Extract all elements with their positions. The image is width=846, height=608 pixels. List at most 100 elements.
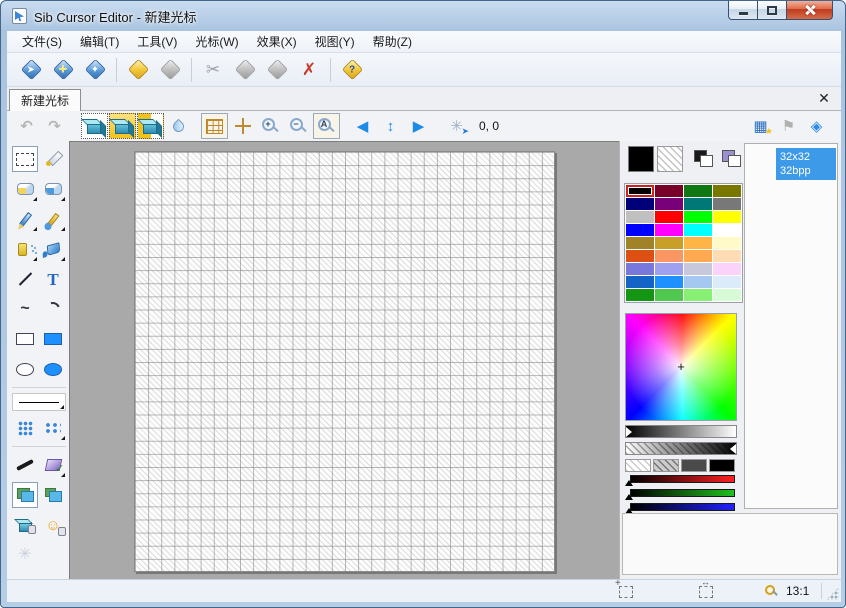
palette-swatch[interactable] — [626, 224, 654, 236]
grid-toggle-button[interactable] — [201, 113, 228, 139]
palette-swatch[interactable] — [655, 224, 683, 236]
pixel-canvas[interactable] — [134, 151, 555, 572]
menu-item-file[interactable]: 文件(S) — [13, 31, 71, 52]
preview-3d-tool[interactable] — [12, 512, 38, 538]
color-picker-tool[interactable] — [40, 146, 66, 172]
blue-slider[interactable] — [625, 503, 735, 511]
palette-swatch[interactable] — [626, 276, 654, 288]
palette-swatch[interactable] — [684, 237, 712, 249]
palette-swatch[interactable] — [655, 198, 683, 210]
transparency-button[interactable] — [165, 113, 192, 139]
pattern-scatter-tool[interactable] — [40, 415, 66, 441]
arc-tool[interactable] — [40, 296, 66, 322]
green-slider[interactable] — [625, 489, 735, 497]
red-slider[interactable] — [625, 475, 735, 483]
palette-swatch[interactable] — [655, 211, 683, 223]
eraser-tool[interactable] — [12, 176, 38, 202]
close-tab-icon[interactable]: ✕ — [816, 89, 832, 107]
palette-swatch[interactable] — [713, 276, 741, 288]
menu-item-cursor[interactable]: 光标(W) — [186, 31, 247, 52]
color-replacer-tool[interactable] — [40, 176, 66, 202]
fill-tool[interactable] — [40, 236, 66, 262]
palette-swatch[interactable] — [684, 224, 712, 236]
smooth-stroke-tool[interactable] — [12, 452, 38, 478]
pencil-tool[interactable] — [12, 206, 38, 232]
draw-opaque-button[interactable] — [81, 113, 108, 139]
palette-swatch[interactable] — [626, 289, 654, 301]
filled-rectangle-tool[interactable] — [40, 326, 66, 352]
foreground-background-icon[interactable] — [694, 150, 713, 167]
pan-left-button[interactable]: ◀ — [349, 113, 376, 139]
minimize-button[interactable] — [728, 1, 758, 20]
brush-tool[interactable] — [40, 206, 66, 232]
palette-swatch[interactable] — [626, 211, 654, 223]
palette-swatch[interactable] — [713, 224, 741, 236]
current-color-swatch[interactable] — [628, 146, 654, 172]
spray-tool[interactable] — [12, 236, 38, 262]
menu-item-tools[interactable]: 工具(V) — [128, 31, 186, 52]
palette-swatch[interactable] — [655, 263, 683, 275]
hotspot-button[interactable]: ✳➤ — [443, 113, 470, 139]
alpha-preset-dark[interactable] — [681, 459, 707, 472]
apply-layer-tool[interactable] — [40, 452, 66, 478]
palette-swatch[interactable] — [713, 289, 741, 301]
palette-swatch[interactable] — [713, 185, 741, 197]
save-button[interactable] — [122, 55, 154, 85]
add-frame-button[interactable]: ▦★ — [747, 113, 774, 139]
transparent-color-swatch[interactable] — [657, 146, 683, 172]
palette-swatch[interactable] — [713, 250, 741, 262]
zoom-in-button[interactable]: + — [257, 113, 284, 139]
pattern-grid-tool[interactable] — [12, 415, 38, 441]
palette-swatch[interactable] — [626, 198, 654, 210]
center-image-button[interactable]: ↕ — [377, 113, 404, 139]
ellipse-tool[interactable] — [12, 356, 38, 382]
swap-colors-icon[interactable] — [722, 150, 741, 167]
draw-half-button[interactable] — [137, 113, 164, 139]
draw-matte-button[interactable] — [109, 113, 136, 139]
palette-swatch[interactable] — [713, 263, 741, 275]
help-button[interactable]: ? — [336, 55, 368, 85]
title-bar[interactable]: Sib Cursor Editor - 新建光标 — [1, 1, 845, 31]
palette-swatch[interactable] — [655, 276, 683, 288]
menu-item-help[interactable]: 帮助(Z) — [364, 31, 421, 52]
line-width-selector[interactable] — [12, 393, 66, 411]
palette-swatch[interactable] — [626, 250, 654, 262]
menu-item-view[interactable]: 视图(Y) — [306, 31, 364, 52]
alpha-preset-medium[interactable] — [653, 459, 679, 472]
pan-right-button[interactable]: ▶ — [405, 113, 432, 139]
resize-grip[interactable] — [826, 587, 839, 600]
open-button[interactable]: ✦ — [79, 55, 111, 85]
palette-swatch[interactable] — [655, 237, 683, 249]
filled-ellipse-tool[interactable] — [40, 356, 66, 382]
line-tool[interactable] — [12, 266, 38, 292]
palette-swatch[interactable] — [713, 211, 741, 223]
test-cursor-tool[interactable]: ☺ — [40, 512, 66, 538]
alpha-preset-opaque[interactable] — [709, 459, 735, 472]
alpha-slider[interactable] — [625, 442, 737, 455]
palette-swatch[interactable] — [713, 198, 741, 210]
palette-swatch[interactable] — [684, 185, 712, 197]
palette-swatch[interactable] — [713, 237, 741, 249]
green-slider-marker[interactable] — [625, 494, 633, 500]
palette-swatch[interactable] — [655, 250, 683, 262]
maximize-button[interactable] — [758, 1, 787, 20]
luminance-slider[interactable] — [625, 425, 737, 438]
palette-swatch[interactable] — [684, 211, 712, 223]
tile-windows-tool[interactable] — [40, 482, 66, 508]
palette-swatch[interactable] — [684, 198, 712, 210]
curve-tool[interactable]: ~ — [12, 296, 38, 322]
palette-swatch[interactable] — [684, 276, 712, 288]
close-button[interactable] — [787, 1, 833, 20]
palette-swatch[interactable] — [684, 263, 712, 275]
palette-swatch[interactable] — [626, 237, 654, 249]
rectangle-tool[interactable] — [12, 326, 38, 352]
palette-swatch[interactable] — [655, 289, 683, 301]
delete-button[interactable]: ✗ — [293, 55, 325, 85]
hue-saturation-picker[interactable]: + — [625, 313, 737, 421]
palette-swatch[interactable] — [626, 263, 654, 275]
zoom-actual-button[interactable]: A — [313, 113, 340, 139]
new-from-image-button[interactable]: ✚ — [47, 55, 79, 85]
palette-swatch[interactable] — [684, 250, 712, 262]
tab-new-cursor[interactable]: 新建光标 — [9, 89, 81, 111]
red-slider-marker[interactable] — [625, 480, 633, 486]
